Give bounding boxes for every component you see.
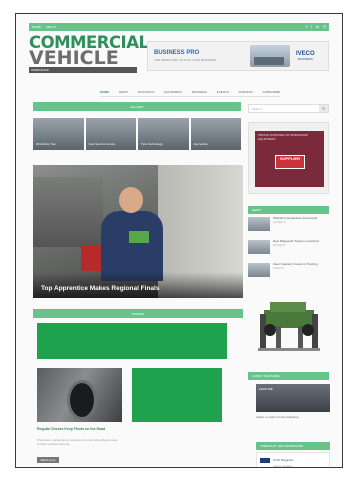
news-date: 12 March	[273, 219, 286, 224]
news-date: 8 March	[273, 265, 284, 270]
list-item[interactable]: Fleet Operator Invests In Training 8 Marc…	[248, 262, 329, 286]
facebook-icon[interactable]: f	[306, 25, 307, 29]
banner-subline: THE SMART WAY TO RUN YOUR BUSINESS	[154, 58, 217, 62]
hero-caption-overlay: Top Apprentice Makes Regional Finals	[33, 272, 243, 298]
featured-header: LATEST FEATURES	[248, 372, 329, 380]
hero-caption[interactable]: Top Apprentice Makes Regional Finals	[41, 285, 159, 292]
feed-account-name[interactable]: CVW Magazine	[273, 458, 294, 462]
browser-frame: HOME ABOUT f t in ⚲ COMMERCIAL VEHICLE W…	[15, 13, 343, 468]
featured-caption[interactable]: Inside a modern truck workshop	[256, 415, 330, 419]
sidebar-search[interactable]: Search ⚲	[248, 104, 329, 113]
news-list: Workshop Expansion Announced 12 March New…	[248, 216, 329, 286]
nav-item-events[interactable]: EVENTS	[217, 90, 229, 94]
gallery-item[interactable]: New Service Centre	[85, 118, 136, 150]
gallery-item-caption: Workshop Tour	[36, 141, 57, 146]
article-image[interactable]	[37, 368, 122, 422]
banner-brand: IVECO BUSINESS	[296, 51, 315, 61]
gallery-item-caption: Tyre Technology	[141, 141, 163, 146]
search-input[interactable]: Search	[252, 107, 262, 111]
hero-feature[interactable]: Top Apprentice Makes Regional Finals	[33, 165, 243, 298]
topbar-link-about[interactable]: ABOUT	[46, 25, 56, 29]
ad-placeholder-square[interactable]	[132, 368, 222, 422]
nav-item-news[interactable]: NEWS	[119, 90, 128, 94]
nav-item-home[interactable]: HOME	[100, 90, 109, 94]
sidebar-ad[interactable]: PROUD SUPPLIER OF WORKSHOP EQUIPMENT SUP…	[248, 122, 329, 194]
nav-item-technical[interactable]: TECHNICAL	[138, 90, 155, 94]
hero-person-head	[119, 187, 143, 213]
list-item[interactable]: New Diagnostic System Launched 10 March	[248, 239, 329, 263]
read-more-button[interactable]: Read more	[37, 457, 59, 463]
banner-ad[interactable]: BUSINESS PRO THE SMART WAY TO RUN YOUR B…	[147, 41, 329, 71]
feed-avatar	[260, 457, 270, 463]
twitter-feed[interactable]: CVW Magazine Latest updates	[256, 452, 330, 468]
news-thumbnail	[248, 217, 270, 231]
gallery-strip: Workshop Tour New Service Centre Tyre Te…	[33, 118, 241, 150]
news-header: NEWS	[248, 206, 329, 214]
linkedin-icon[interactable]: in	[316, 25, 319, 29]
gallery-item[interactable]: Tyre Technology	[138, 118, 189, 150]
gallery-item[interactable]: Workshop Tour	[33, 118, 84, 150]
nav-item-training[interactable]: TRAINING	[239, 90, 253, 94]
hero-bg-shelf	[33, 177, 103, 247]
list-item[interactable]: Workshop Expansion Announced 12 March	[248, 216, 329, 240]
article-title[interactable]: Regular Checks Keep Fleets on the Road	[37, 427, 119, 432]
nav-item-subscribe[interactable]: SUBSCRIBE	[263, 90, 280, 94]
news-date: 10 March	[273, 242, 286, 247]
sidebar-ad-image: PROUD SUPPLIER OF WORKSHOP EQUIPMENT SUP…	[255, 131, 324, 187]
hero-person-body	[101, 211, 163, 281]
logo-line2: VEHICLE	[29, 47, 119, 69]
news-thumbnail	[248, 263, 270, 277]
sidebar-ad-text: PROUD SUPPLIER OF WORKSHOP EQUIPMENT	[258, 133, 309, 141]
truck-image	[250, 45, 290, 67]
gallery-item-caption: New Service Centre	[88, 141, 116, 146]
vehicle-lift-ad-image[interactable]	[256, 296, 322, 354]
topbar-link-home[interactable]: HOME	[32, 25, 41, 29]
twitter-icon[interactable]: t	[311, 25, 312, 29]
gallery-item-caption: Apprentice	[193, 141, 208, 146]
search-button-icon[interactable]: ⚲	[319, 105, 328, 112]
banner-headline: BUSINESS PRO	[154, 50, 200, 56]
featured-image[interactable]: FEATURE	[256, 384, 330, 412]
banner-brand-sub: BUSINESS	[297, 57, 313, 61]
ad-placeholder-wide[interactable]	[37, 323, 227, 359]
gallery-item[interactable]: Apprentice	[190, 118, 241, 150]
main-nav: HOME NEWS TECHNICAL EQUIPMENT BUSINESS E…	[100, 88, 280, 97]
gallery-header: GALLERY	[33, 102, 241, 111]
featured-image-label: FEATURE	[259, 387, 273, 391]
hero-tool	[129, 231, 149, 243]
nav-item-equipment[interactable]: EQUIPMENT	[164, 90, 182, 94]
news-thumbnail	[248, 240, 270, 254]
hero-bg-toolbox	[81, 245, 101, 271]
site-logo[interactable]: COMMERCIAL VEHICLE WORKSHOP	[29, 34, 149, 80]
sidebar-ad-sign: SUPPLIER	[275, 155, 305, 169]
feed-header: TWEETS BY @CVWORKSHOP	[256, 442, 330, 450]
article-description: Preventive maintenance remains the most …	[37, 438, 118, 446]
nav-item-business[interactable]: BUSINESS	[192, 90, 207, 94]
feed-subtext: Latest updates	[273, 464, 293, 468]
top-bar: HOME ABOUT f t in ⚲	[29, 23, 329, 31]
search-icon[interactable]: ⚲	[323, 25, 326, 29]
opinion-header: OPINION	[33, 309, 243, 318]
